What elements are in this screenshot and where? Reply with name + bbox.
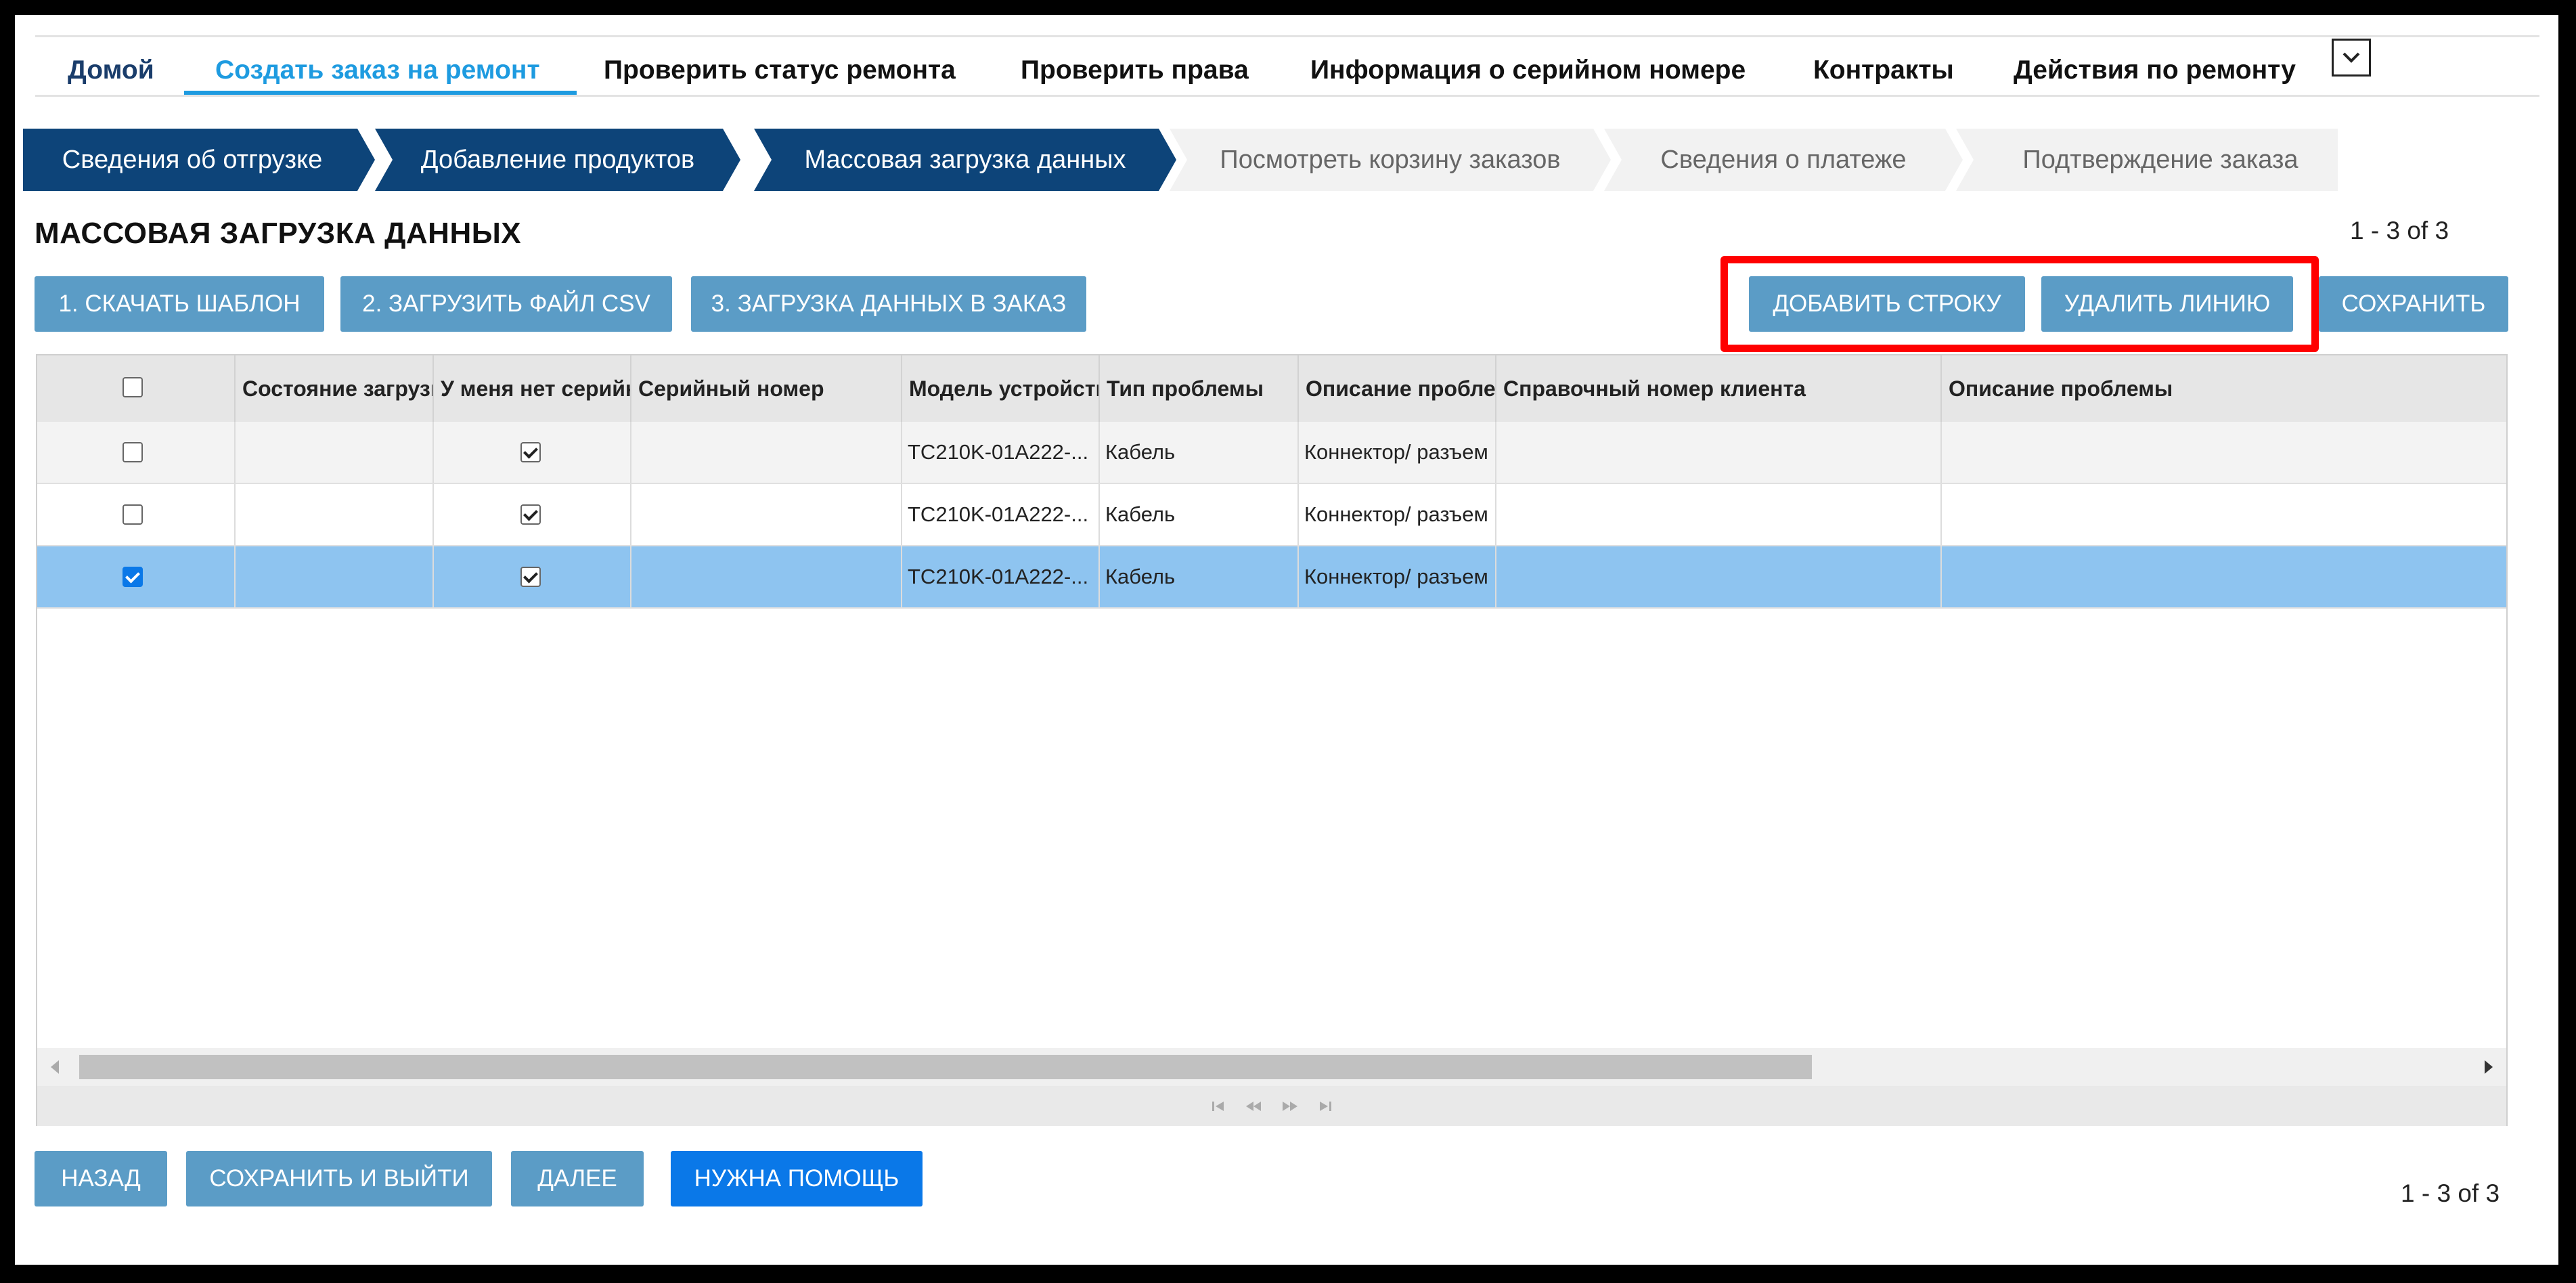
upload-status-cell bbox=[236, 422, 434, 483]
previous-page-icon[interactable] bbox=[1245, 1100, 1262, 1113]
problem-desc-cell[interactable]: Коннектор/ разъем bbox=[1299, 484, 1496, 545]
description-cell[interactable] bbox=[1942, 546, 2506, 607]
no-serial-cell bbox=[434, 422, 631, 483]
row-select-cell bbox=[37, 484, 236, 545]
header-select-all-cell bbox=[37, 355, 236, 422]
step-view-cart[interactable]: Посмотреть корзину заказов bbox=[1170, 129, 1611, 191]
row-select-cell bbox=[37, 546, 236, 607]
step-label: Сведения о платеже bbox=[1660, 145, 1907, 174]
problem-type-cell[interactable]: Кабель bbox=[1100, 546, 1299, 607]
load-to-order-button[interactable]: 3. ЗАГРУЗКА ДАННЫХ В ЗАКАЗ bbox=[691, 276, 1086, 332]
customer-ref-cell[interactable] bbox=[1496, 546, 1942, 607]
delete-line-button[interactable]: УДАЛИТЬ ЛИНИЮ bbox=[2041, 276, 2293, 332]
row-select-cell bbox=[37, 422, 236, 483]
step-label: Подтверждение заказа bbox=[2022, 145, 2299, 174]
customer-ref-cell[interactable] bbox=[1496, 422, 1942, 483]
customer-ref-cell[interactable] bbox=[1496, 484, 1942, 545]
step-label: Посмотреть корзину заказов bbox=[1220, 145, 1561, 174]
next-button[interactable]: ДАЛЕЕ bbox=[511, 1151, 644, 1206]
col-problem-type[interactable]: Тип проблемы bbox=[1100, 355, 1299, 422]
no-serial-cell bbox=[434, 546, 631, 607]
problem-type-cell[interactable]: Кабель bbox=[1100, 484, 1299, 545]
model-cell[interactable]: TC210K-01A222-... bbox=[902, 422, 1100, 483]
col-customer-ref[interactable]: Справочный номер клиента bbox=[1496, 355, 1942, 422]
nav-check-entitlement[interactable]: Проверить права bbox=[1021, 46, 1249, 95]
problem-type-cell[interactable]: Кабель bbox=[1100, 422, 1299, 483]
problem-desc-cell[interactable]: Коннектор/ разъем bbox=[1299, 422, 1496, 483]
download-template-button[interactable]: 1. СКАЧАТЬ ШАБЛОН bbox=[35, 276, 324, 332]
nav-contracts[interactable]: Контракты bbox=[1813, 46, 1954, 95]
step-label: Массовая загрузка данных bbox=[804, 145, 1126, 174]
step-shipping-info[interactable]: Сведения об отгрузке bbox=[23, 129, 375, 191]
nav-home[interactable]: Домой bbox=[68, 46, 154, 95]
step-payment-info[interactable]: Сведения о платеже bbox=[1604, 129, 1963, 191]
no-serial-checkbox[interactable] bbox=[520, 567, 541, 587]
table-row[interactable]: TC210K-01A222-... Кабель Коннектор/ разъ… bbox=[37, 484, 2506, 546]
grid-header: Состояние загрузки У меня нет серийного … bbox=[37, 355, 2506, 423]
serial-number-cell[interactable] bbox=[631, 422, 902, 483]
step-order-confirmation[interactable]: Подтверждение заказа bbox=[1956, 129, 2338, 191]
horizontal-scrollbar[interactable] bbox=[37, 1048, 2506, 1086]
table-row-selected[interactable]: TC210K-01A222-... Кабель Коннектор/ разъ… bbox=[37, 546, 2506, 609]
col-serial-number[interactable]: Серийный номер bbox=[631, 355, 902, 422]
upload-csv-button[interactable]: 2. ЗАГРУЗИТЬ ФАЙЛ CSV bbox=[340, 276, 672, 332]
col-description[interactable]: Описание проблемы bbox=[1942, 355, 2506, 422]
row-checkbox[interactable] bbox=[123, 442, 143, 462]
serial-number-cell[interactable] bbox=[631, 546, 902, 607]
col-problem-desc[interactable]: Описание проблемы bbox=[1299, 355, 1496, 422]
nav-divider-top bbox=[35, 35, 2539, 37]
need-help-button[interactable]: НУЖНА ПОМОЩЬ bbox=[671, 1151, 923, 1206]
page-title: МАССОВАЯ ЗАГРУЗКА ДАННЫХ bbox=[35, 217, 522, 250]
nav-check-repair-status[interactable]: Проверить статус ремонта bbox=[604, 46, 956, 95]
pager-summary-bottom: 1 - 3 of 3 bbox=[2401, 1179, 2500, 1207]
problem-desc-cell[interactable]: Коннектор/ разъем bbox=[1299, 546, 1496, 607]
model-cell[interactable]: TC210K-01A222-... bbox=[902, 484, 1100, 545]
serial-number-cell[interactable] bbox=[631, 484, 902, 545]
scroll-left-icon[interactable] bbox=[49, 1059, 60, 1075]
table-row[interactable]: TC210K-01A222-... Кабель Коннектор/ разъ… bbox=[37, 422, 2506, 484]
pager-summary-top: 1 - 3 of 3 bbox=[2350, 217, 2449, 244]
scrollbar-thumb[interactable] bbox=[79, 1055, 1812, 1079]
description-cell[interactable] bbox=[1942, 422, 2506, 483]
row-checkbox[interactable] bbox=[123, 567, 143, 587]
col-no-serial[interactable]: У меня нет серийного номера bbox=[434, 355, 631, 422]
col-device-model[interactable]: Модель устройства bbox=[902, 355, 1100, 422]
step-label: Сведения об отгрузке bbox=[62, 145, 323, 174]
scroll-right-icon[interactable] bbox=[2483, 1059, 2494, 1075]
col-upload-status[interactable]: Состояние загрузки bbox=[236, 355, 434, 422]
app-frame: Домой Создать заказ на ремонт Проверить … bbox=[15, 15, 2558, 1265]
description-cell[interactable] bbox=[1942, 484, 2506, 545]
wizard-steps: Сведения об отгрузке Добавление продукто… bbox=[23, 129, 2338, 191]
grid-pager-bar bbox=[37, 1086, 2506, 1126]
chevron-down-icon bbox=[2342, 52, 2360, 63]
model-cell[interactable]: TC210K-01A222-... bbox=[902, 546, 1100, 607]
first-page-icon[interactable] bbox=[1211, 1100, 1226, 1113]
row-checkbox[interactable] bbox=[123, 504, 143, 525]
step-add-products[interactable]: Добавление продуктов bbox=[375, 129, 740, 191]
nav-more-button[interactable] bbox=[2332, 39, 2371, 77]
save-and-exit-button[interactable]: СОХРАНИТЬ И ВЫЙТИ bbox=[186, 1151, 492, 1206]
add-row-button[interactable]: ДОБАВИТЬ СТРОКУ bbox=[1749, 276, 2025, 332]
step-bulk-upload[interactable]: Массовая загрузка данных bbox=[754, 129, 1176, 191]
no-serial-cell bbox=[434, 484, 631, 545]
bulk-upload-grid: Состояние загрузки У меня нет серийного … bbox=[36, 354, 2508, 1126]
no-serial-checkbox[interactable] bbox=[520, 442, 541, 462]
next-page-icon[interactable] bbox=[1281, 1100, 1299, 1113]
nav-create-repair-order[interactable]: Создать заказ на ремонт bbox=[215, 46, 540, 95]
select-all-checkbox[interactable] bbox=[123, 377, 143, 397]
nav-repair-actions[interactable]: Действия по ремонту bbox=[2014, 46, 2296, 95]
save-button[interactable]: СОХРАНИТЬ bbox=[2319, 276, 2508, 332]
step-label: Добавление продуктов bbox=[420, 145, 695, 174]
upload-status-cell bbox=[236, 546, 434, 607]
nav-divider-bottom bbox=[35, 95, 2539, 97]
back-button[interactable]: НАЗАД bbox=[35, 1151, 167, 1206]
last-page-icon[interactable] bbox=[1318, 1100, 1333, 1113]
upload-status-cell bbox=[236, 484, 434, 545]
no-serial-checkbox[interactable] bbox=[520, 504, 541, 525]
nav-serial-info[interactable]: Информация о серийном номере bbox=[1310, 46, 1746, 95]
